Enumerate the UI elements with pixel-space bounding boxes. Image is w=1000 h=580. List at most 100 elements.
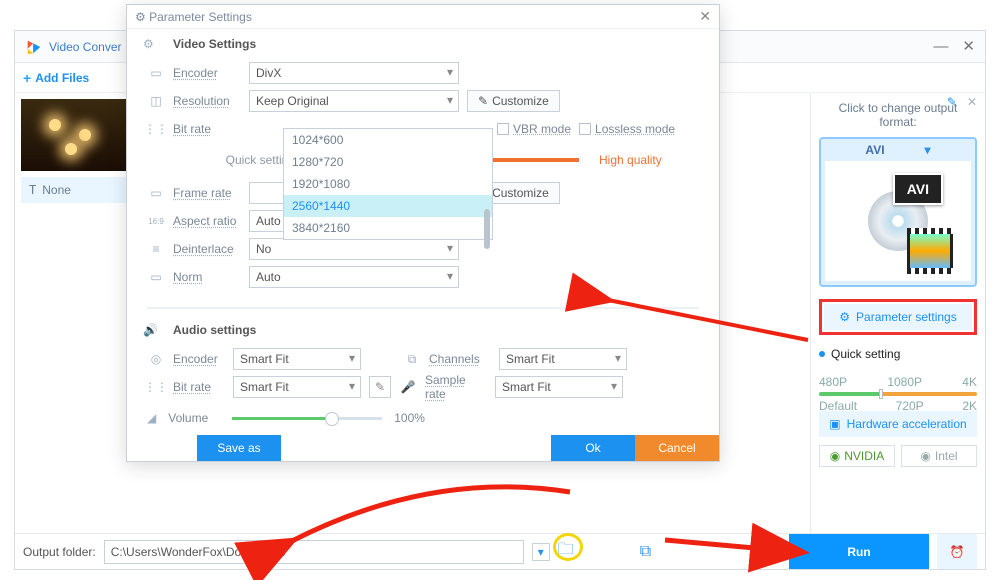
- deinterlace-label: Deinterlace: [173, 242, 241, 256]
- video-settings-heading: Video Settings: [173, 37, 256, 55]
- volume-value: 100%: [394, 411, 425, 425]
- a-encoder-select[interactable]: [233, 348, 361, 370]
- a-bitrate-icon: ⋮⋮: [147, 380, 165, 394]
- folder-dropdown[interactable]: ▾: [532, 543, 550, 561]
- resolution-icon: ◫: [147, 94, 165, 108]
- intel-icon: ◉: [920, 449, 930, 463]
- samplerate-select[interactable]: [495, 376, 623, 398]
- aspect-icon: 16:9: [147, 217, 165, 226]
- a-encoder-label: Encoder: [173, 352, 225, 366]
- volume-icon: ◢: [147, 411, 156, 425]
- sliders-icon: ⚙: [839, 310, 850, 324]
- nvidia-toggle[interactable]: ◉NVIDIA: [819, 445, 895, 467]
- output-folder-input[interactable]: [104, 540, 524, 564]
- a-encoder-icon: ◎: [147, 352, 165, 366]
- norm-icon: ▭: [147, 270, 165, 284]
- quick-setting-slider[interactable]: 480P1080P4K Default720P2K: [819, 375, 977, 403]
- channels-label: Channels: [429, 352, 491, 366]
- gear-icon: ⚙: [135, 10, 146, 24]
- merge-icon[interactable]: ⧉: [640, 543, 651, 561]
- output-panel: Click to change output format: AVI ▾ AVI …: [810, 93, 985, 533]
- samplerate-icon: 🎤: [399, 380, 417, 394]
- dialog-close-button[interactable]: ✕: [699, 8, 711, 25]
- volume-slider[interactable]: [232, 417, 382, 420]
- close-button[interactable]: ✕: [962, 39, 975, 54]
- parameter-settings-dialog: ⚙ Parameter Settings ✕ ⚙ Video Settings ▭…: [126, 4, 720, 462]
- save-as-button[interactable]: Save as: [197, 435, 281, 461]
- param-label: Parameter settings: [856, 310, 957, 324]
- samplerate-label: Sample rate: [425, 373, 487, 401]
- chevron-down-icon: ▾: [925, 143, 931, 157]
- run-button[interactable]: Run: [789, 534, 929, 569]
- dialog-titlebar: ⚙ Parameter Settings ✕: [127, 5, 719, 29]
- subtitle-row[interactable]: T None: [21, 177, 127, 203]
- video-gear-icon: ⚙: [143, 37, 167, 55]
- dialog-footer: Save as Ok Cancel: [127, 435, 719, 461]
- resolution-dropdown-list: 1024*600 1280*720 1920*1080 2560*1440 38…: [283, 128, 493, 240]
- app-title: Video Conver: [49, 40, 122, 54]
- norm-label: Norm: [173, 270, 241, 284]
- clock-icon: ⏰: [950, 545, 965, 559]
- scheduler-button[interactable]: ⏰: [937, 534, 977, 569]
- audio-icon: 🔊: [143, 323, 167, 341]
- resolution-option[interactable]: 1280*720: [284, 151, 492, 173]
- quick-setting-label: Quick setting: [147, 153, 295, 167]
- parameter-settings-highlight: ⚙ Parameter settings: [819, 299, 977, 335]
- a-bitrate-label: Bit rate: [173, 380, 225, 394]
- dialog-title: Parameter Settings: [149, 10, 252, 24]
- encoder-select[interactable]: [249, 62, 459, 84]
- app-logo-icon: [25, 38, 43, 56]
- vbr-checkbox[interactable]: VBR mode: [497, 122, 571, 136]
- bitrate-icon: ⋮⋮: [147, 122, 165, 136]
- deinterlace-icon: ≡: [147, 242, 165, 256]
- text-icon: T: [29, 183, 36, 197]
- channels-icon: ⧉: [403, 352, 421, 367]
- minimize-button[interactable]: —: [933, 39, 948, 54]
- video-thumbnail[interactable]: [21, 99, 127, 171]
- resolution-option-selected[interactable]: 2560*1440: [284, 195, 492, 217]
- ok-button[interactable]: Ok: [551, 435, 635, 461]
- output-folder-label: Output folder:: [23, 545, 96, 559]
- norm-select[interactable]: [249, 266, 459, 288]
- hardware-accel-button[interactable]: ▣ Hardware acceleration: [819, 411, 977, 437]
- plus-icon: +: [23, 70, 31, 86]
- bitrate-label: Bit rate: [173, 122, 241, 136]
- resolution-label: Resolution: [173, 94, 241, 108]
- dropdown-scrollbar[interactable]: [484, 209, 490, 249]
- resolution-option[interactable]: 3840*2160: [284, 217, 492, 239]
- channels-select[interactable]: [499, 348, 627, 370]
- intel-toggle[interactable]: ◉Intel: [901, 445, 977, 467]
- a-bitrate-select[interactable]: [233, 376, 361, 398]
- framerate-icon: ▭: [147, 186, 165, 200]
- cancel-button[interactable]: Cancel: [635, 435, 719, 461]
- volume-label: Volume: [168, 411, 220, 425]
- nvidia-icon: ◉: [830, 449, 840, 463]
- pencil-icon: ✎: [478, 94, 488, 108]
- format-card[interactable]: AVI ▾ AVI: [819, 137, 977, 287]
- bottom-bar: Output folder: ▾ 🗀 ⧉ Run ⏰: [15, 533, 985, 569]
- resolution-option[interactable]: 1920*1080: [284, 173, 492, 195]
- encoder-icon: ▭: [147, 66, 165, 80]
- subtitle-label: None: [42, 183, 71, 197]
- high-quality-label: High quality: [599, 153, 699, 167]
- add-files-label: Add Files: [35, 71, 89, 85]
- chip-icon: ▣: [829, 417, 840, 431]
- parameter-settings-button[interactable]: ⚙ Parameter settings: [824, 304, 972, 330]
- add-files-button[interactable]: + Add Files: [23, 70, 89, 86]
- encoder-label: Encoder: [173, 66, 241, 80]
- avi-badge: AVI: [893, 173, 943, 205]
- resolution-select[interactable]: [249, 90, 459, 112]
- film-icon: [907, 231, 953, 271]
- quick-setting-header: Quick setting: [819, 347, 977, 361]
- audio-settings-heading: Audio settings: [173, 323, 256, 341]
- deinterlace-select[interactable]: [249, 238, 459, 260]
- open-folder-icon[interactable]: 🗀: [558, 538, 574, 565]
- customize-resolution-button[interactable]: ✎Customize: [467, 90, 560, 112]
- framerate-label: Frame rate: [173, 186, 241, 200]
- lossless-checkbox[interactable]: Lossless mode: [579, 122, 675, 136]
- aspect-label: Aspect ratio: [173, 214, 241, 228]
- format-label: AVI: [865, 143, 884, 157]
- a-bitrate-edit-button[interactable]: ✎: [369, 376, 391, 398]
- resolution-option[interactable]: 1024*600: [284, 129, 492, 151]
- output-title: Click to change output format:: [819, 101, 977, 129]
